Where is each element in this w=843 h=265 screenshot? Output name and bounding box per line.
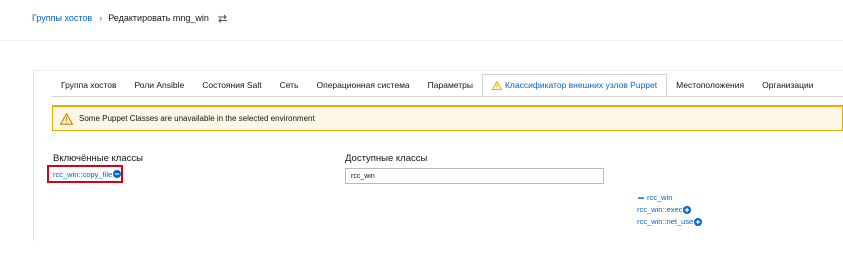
tab-parameters[interactable]: Параметры xyxy=(419,74,482,96)
class-group-label: rcc_win xyxy=(647,193,673,202)
top-bar: Группы хостов › Редактировать mng_win xyxy=(0,0,843,41)
tab-host-group[interactable]: Группа хостов xyxy=(52,74,125,96)
available-class-link[interactable]: rcc_win::exec xyxy=(637,204,682,216)
included-class-link[interactable]: rcc_win::copy_file xyxy=(53,170,112,179)
tab-network[interactable]: Сеть xyxy=(271,74,308,96)
tab-label: Сеть xyxy=(279,80,299,90)
minus-circle-icon[interactable] xyxy=(113,170,122,178)
tab-puppet-enc[interactable]: Классификатор внешних узлов Puppet xyxy=(481,74,668,96)
breadcrumb-separator: › xyxy=(99,13,103,23)
included-class-item: rcc_win::copy_file xyxy=(47,165,123,183)
tab-label: Состояния Salt xyxy=(202,80,262,90)
class-filter-input[interactable] xyxy=(345,168,604,184)
plus-circle-icon[interactable] xyxy=(694,218,703,226)
alert-message: Some Puppet Classes are unavailable in t… xyxy=(79,114,315,123)
tab-ansible-roles[interactable]: Роли Ansible xyxy=(125,74,193,96)
tab-label: Организации xyxy=(762,80,814,90)
tab-label: Роли Ansible xyxy=(134,80,185,90)
warning-icon xyxy=(60,112,73,125)
breadcrumb-host-groups-link[interactable]: Группы хостов xyxy=(32,13,92,23)
tab-label: Операционная система xyxy=(316,80,410,90)
tab-label: Классификатор внешних узлов Puppet xyxy=(504,79,658,90)
breadcrumb-current: Редактировать mng_win xyxy=(108,13,209,23)
tab-label: Местоположения xyxy=(676,80,745,90)
switch-icon[interactable] xyxy=(217,14,228,23)
tab-label: Параметры xyxy=(427,80,473,90)
available-class-link[interactable]: rcc_win::net_use xyxy=(637,216,693,228)
available-classes-title: Доступные классы xyxy=(345,153,428,164)
breadcrumb: Группы хостов › Редактировать mng_win xyxy=(32,13,228,23)
tab-operating-system[interactable]: Операционная система xyxy=(307,74,418,96)
warning-icon xyxy=(491,80,502,90)
tab-organizations[interactable]: Организации xyxy=(753,74,822,96)
tab-bar: Группа хостов Роли Ansible Состояния Sal… xyxy=(52,74,823,96)
included-classes-title: Включённые классы xyxy=(53,153,143,164)
class-group-header[interactable]: rcc_win xyxy=(637,192,702,204)
plus-circle-icon[interactable] xyxy=(683,206,692,214)
list-item: rcc_win::exec xyxy=(637,204,702,216)
tab-locations[interactable]: Местоположения xyxy=(667,74,753,96)
collapse-icon[interactable] xyxy=(637,195,645,201)
list-item: rcc_win::net_use xyxy=(637,216,703,228)
warning-alert: Some Puppet Classes are unavailable in t… xyxy=(52,105,843,131)
tab-label: Группа хостов xyxy=(61,80,117,90)
tabs-divider xyxy=(52,96,843,97)
tab-salt-states[interactable]: Состояния Salt xyxy=(193,74,270,96)
available-classes-list: rcc_win rcc_win::exec rcc_win::net_use xyxy=(637,192,703,228)
